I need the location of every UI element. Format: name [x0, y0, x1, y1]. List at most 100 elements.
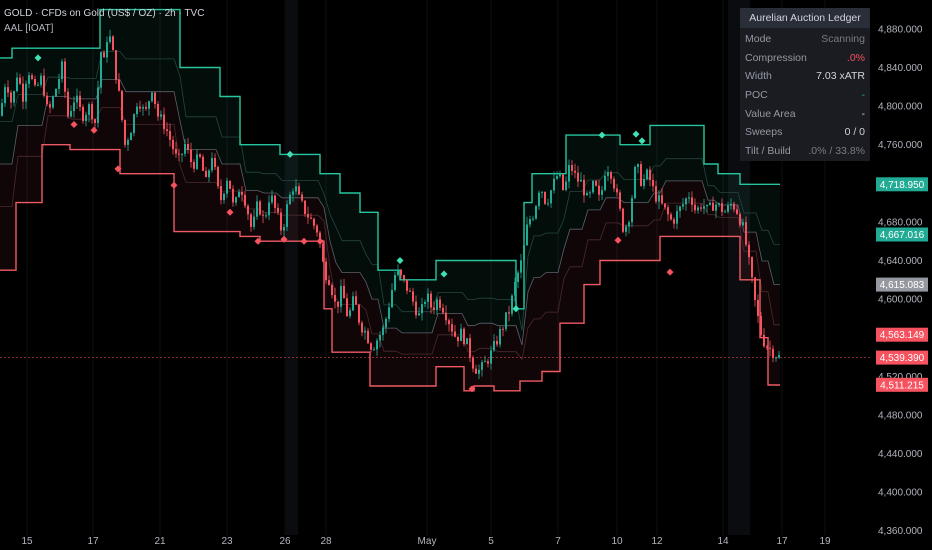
candle-body	[265, 215, 267, 217]
candle-body	[277, 207, 279, 213]
candle-body	[37, 84, 39, 86]
price-tag-label: 4,511.215	[880, 380, 924, 391]
candle-body	[94, 119, 96, 123]
ledger-value: .0% / 33.8%	[808, 145, 865, 158]
candle-body	[652, 180, 654, 187]
candle-body	[34, 79, 36, 86]
bull-sweep-marker	[638, 137, 646, 145]
candle-body	[703, 206, 705, 209]
ledger-value: .0%	[846, 51, 865, 64]
candle-body	[706, 204, 708, 207]
candle-body	[385, 318, 387, 328]
candle-body	[259, 201, 261, 215]
y-tick-label: 4,840.000	[878, 63, 923, 74]
candle-body	[628, 222, 630, 227]
price-tag-label: 4,718.950	[880, 180, 925, 191]
candle-body	[121, 90, 123, 120]
y-tick-label: 4,360.000	[878, 526, 923, 537]
candle-body	[502, 328, 504, 330]
session-shade	[286, 0, 298, 535]
candle-body	[199, 154, 201, 157]
candle-body	[40, 75, 42, 85]
x-tick-label: 19	[819, 536, 831, 547]
candle-body	[313, 218, 315, 226]
candle-body	[418, 313, 420, 316]
ledger-value: 0 / 0	[844, 126, 865, 139]
x-tick-label: 26	[279, 536, 291, 547]
candle-body	[778, 354, 780, 358]
candle-body	[73, 102, 75, 112]
candle-body	[403, 275, 405, 280]
candle-body	[82, 106, 84, 121]
candle-body	[28, 75, 30, 84]
candle-body	[598, 185, 600, 195]
candle-body	[397, 269, 399, 275]
candle-body	[244, 194, 246, 206]
candle-body	[256, 201, 258, 217]
candle-body	[388, 307, 390, 319]
candle-body	[451, 324, 453, 332]
candle-body	[646, 169, 648, 179]
candle-body	[178, 153, 180, 155]
x-tick-label: 10	[611, 536, 623, 547]
x-tick-label: 12	[651, 536, 663, 547]
candle-body	[637, 164, 639, 167]
candle-body	[70, 111, 72, 117]
candle-body	[304, 200, 306, 215]
candle-body	[427, 293, 429, 302]
candle-body	[352, 296, 354, 311]
candle-body	[175, 149, 177, 154]
candle-body	[508, 312, 510, 314]
candle-body	[595, 180, 597, 186]
candle-body	[655, 186, 657, 202]
candle-body	[514, 281, 516, 296]
ledger-row-compression: Compression .0%	[740, 49, 870, 68]
candle-body	[88, 104, 90, 115]
candle-body	[481, 362, 483, 370]
y-tick-label: 4,640.000	[878, 256, 923, 267]
candle-body	[130, 133, 132, 141]
candle-body	[172, 139, 174, 150]
candle-body	[673, 219, 675, 224]
candle-body	[718, 203, 720, 205]
indicator-label[interactable]: AAL [IOAT]	[4, 23, 53, 34]
candle-body	[751, 257, 753, 278]
candle-body	[757, 300, 759, 316]
candle-body	[355, 296, 357, 305]
candle-body	[307, 214, 309, 218]
candle-body	[523, 245, 525, 261]
candle-body	[55, 88, 57, 97]
candle-body	[163, 114, 165, 130]
candle-body	[208, 170, 210, 178]
ledger-value: -	[861, 107, 866, 120]
candle-body	[76, 95, 78, 103]
ledger-label: Mode	[745, 33, 772, 45]
candle-body	[223, 193, 225, 201]
candle-body	[391, 290, 393, 308]
candle-body	[193, 162, 195, 169]
candle-body	[373, 349, 375, 351]
candle-body	[736, 209, 738, 214]
candle-body	[769, 347, 771, 349]
candle-body	[679, 206, 681, 212]
candle-body	[649, 169, 651, 180]
ledger-row-poc: POC -	[740, 86, 870, 105]
x-tick-label: May	[418, 536, 437, 547]
candle-body	[670, 214, 672, 220]
candle-body	[643, 179, 645, 186]
candle-body	[685, 198, 687, 205]
candle-body	[316, 225, 318, 233]
candle-body	[604, 175, 606, 191]
candle-body	[415, 301, 417, 316]
candle-body	[574, 170, 576, 173]
candle-body	[346, 298, 348, 317]
candle-body	[400, 269, 402, 276]
y-tick-label: 4,600.000	[878, 295, 923, 306]
candle-body	[406, 279, 408, 291]
candle-body	[412, 291, 414, 302]
candle-body	[730, 203, 732, 206]
candle-body	[97, 87, 99, 123]
candle-body	[241, 191, 243, 195]
candle-body	[559, 174, 561, 177]
candle-body	[253, 216, 255, 227]
